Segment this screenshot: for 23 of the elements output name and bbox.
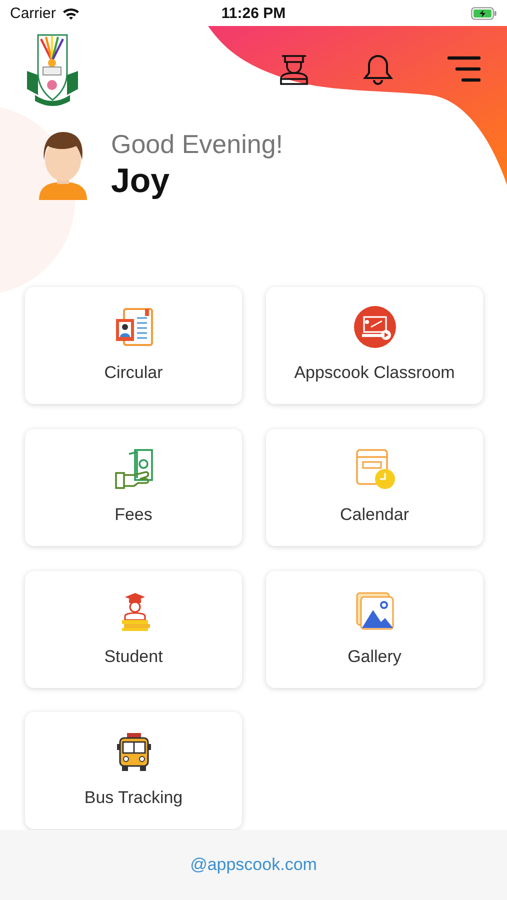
image-icon xyxy=(354,590,396,632)
wifi-icon xyxy=(62,6,80,20)
menu-button[interactable] xyxy=(447,56,481,82)
clock-time: 11:26 PM xyxy=(221,4,286,22)
money-hand-icon xyxy=(112,448,154,490)
carrier-label: Carrier xyxy=(10,4,56,22)
battery-icon xyxy=(471,6,497,20)
menu-tile[interactable]: Bus Tracking xyxy=(25,712,242,830)
graduate-profile-button[interactable] xyxy=(279,52,309,84)
menu-tile[interactable]: Gallery xyxy=(266,570,483,688)
greeting-text: Good Evening! xyxy=(111,128,284,160)
user-name: Joy xyxy=(111,162,171,200)
menu-tile[interactable]: Fees xyxy=(25,428,242,546)
menu-icon xyxy=(447,56,481,82)
menu-tile[interactable]: Appscook Classroom xyxy=(266,287,483,404)
menu-tile[interactable]: Circular xyxy=(25,287,242,404)
notifications-button[interactable] xyxy=(363,52,393,84)
bell-icon xyxy=(363,52,393,84)
presentation-icon xyxy=(352,305,396,349)
menu-tile[interactable]: Student xyxy=(25,570,242,688)
calendar-clock-icon xyxy=(354,448,396,490)
graduate-icon xyxy=(279,52,309,84)
menu-tile[interactable]: Calendar xyxy=(266,428,483,546)
